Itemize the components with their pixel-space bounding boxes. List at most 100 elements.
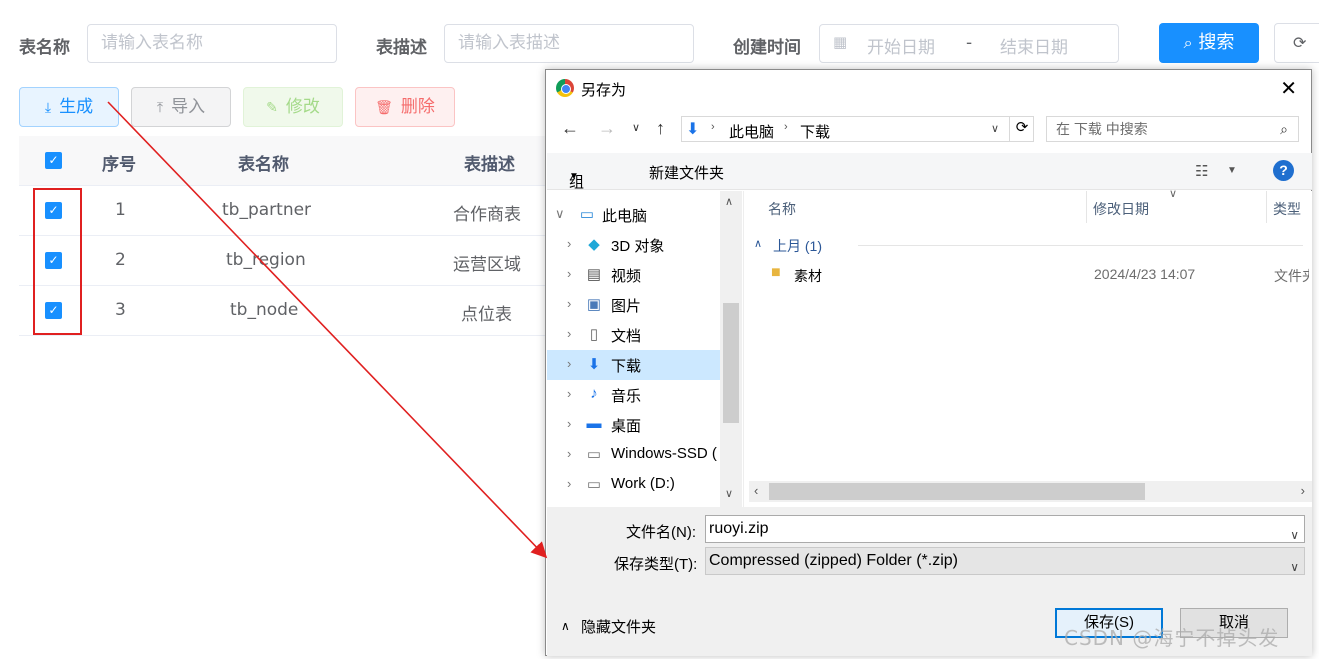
download-icon: ⬇ <box>587 356 601 373</box>
group-label[interactable]: 上月 (1) <box>773 236 822 256</box>
hscrollbar-thumb[interactable] <box>769 483 1145 500</box>
table-row[interactable]: ✓ 1 tb_partner 合作商表 <box>19 186 549 236</box>
download-folder-icon: ⬇ <box>686 121 700 138</box>
collapse-chevron-icon[interactable]: › <box>567 266 571 281</box>
column-modified[interactable]: 修改日期 <box>1093 199 1149 219</box>
file-row[interactable]: ■ 素材 2024/4/23 14:07 文件夹 <box>764 261 1309 289</box>
collapse-chevron-icon[interactable]: › <box>567 476 571 491</box>
collapse-chevron-icon[interactable]: › <box>567 236 571 251</box>
modify-button[interactable]: ✎ 修改 <box>243 87 343 127</box>
table-name-label: 表名称 <box>19 38 70 58</box>
address-dropdown-icon[interactable]: ∨ <box>991 122 999 135</box>
select-all-checkbox[interactable]: ✓ <box>45 152 62 169</box>
view-dropdown-icon[interactable]: ▼ <box>1227 165 1237 176</box>
annotation-highlight-box <box>33 188 82 335</box>
address-bar[interactable]: ⬇ › 此电脑 › 下载 ∨ <box>681 116 1034 142</box>
file-name: 素材 <box>794 268 822 284</box>
breadcrumb-chevron-icon: › <box>711 121 715 133</box>
close-icon[interactable]: ✕ <box>1280 76 1297 101</box>
scroll-left-icon[interactable]: ‹ <box>754 483 758 498</box>
tree-scrollbar[interactable]: ∧ ∨ <box>720 191 742 507</box>
tree-item-label: 此电脑 <box>602 208 648 225</box>
filename-dropdown-icon[interactable]: ∨ <box>1290 522 1299 548</box>
tree-item-windows-ssd[interactable]: › ▭ Windows-SSD ( <box>547 440 720 470</box>
end-date-input[interactable]: 结束日期 <box>1000 33 1068 58</box>
search-button[interactable]: ⌕ 搜索 <box>1159 23 1259 63</box>
sort-chevron-icon: ∨ <box>1169 188 1178 200</box>
import-button[interactable]: ⤒ 导入 <box>131 87 231 127</box>
tree-item-work-d[interactable]: › ▭ Work (D:) <box>547 470 720 500</box>
forward-arrow-icon[interactable]: → <box>598 118 616 139</box>
up-arrow-icon[interactable]: ↑ <box>656 118 665 139</box>
header-index: 序号 <box>102 155 136 175</box>
view-options-icon[interactable]: ☷ <box>1195 162 1208 180</box>
help-icon[interactable]: ? <box>1273 160 1294 181</box>
date-range-picker[interactable]: ▦ 开始日期 - 结束日期 <box>819 24 1119 63</box>
table-row[interactable]: ✓ 3 tb_node 点位表 <box>19 286 549 336</box>
row-name: tb_node <box>230 300 299 320</box>
collapse-chevron-icon[interactable]: › <box>567 386 571 401</box>
cube-icon: ◆ <box>588 236 600 253</box>
collapse-chevron-icon[interactable]: › <box>567 446 571 461</box>
scroll-up-icon[interactable]: ∧ <box>725 195 733 208</box>
tree-item-pictures[interactable]: › ▣ 图片 <box>547 290 720 320</box>
collapse-chevron-icon[interactable]: › <box>567 416 571 431</box>
chevron-up-icon[interactable]: ∧ <box>561 619 570 633</box>
filetype-dropdown-icon[interactable]: ∨ <box>1290 554 1299 580</box>
tree-item-desktop[interactable]: › ▬ 桌面 <box>547 410 720 440</box>
tree-scrollbar-thumb[interactable] <box>723 303 739 423</box>
column-name[interactable]: 名称 <box>768 199 796 219</box>
tree-item-pc[interactable]: ∨ ▭ 此电脑 <box>547 200 720 230</box>
created-time-label: 创建时间 <box>733 38 801 58</box>
row-desc: 点位表 <box>461 305 512 325</box>
filename-label: 文件名(N): <box>626 524 696 541</box>
tree-item-downloads[interactable]: › ⬇ 下载 <box>547 350 720 380</box>
search-icon: ⌕ <box>1280 121 1288 137</box>
group-collapse-icon[interactable]: ∧ <box>754 237 762 250</box>
collapse-chevron-icon[interactable]: › <box>567 356 571 371</box>
collapse-chevron-icon[interactable]: › <box>567 326 571 341</box>
hide-folders-toggle[interactable]: 隐藏文件夹 <box>581 616 656 637</box>
start-date-input[interactable]: 开始日期 <box>867 33 935 58</box>
generate-button[interactable]: ⤓ 生成 <box>19 87 119 127</box>
delete-button[interactable]: 🗑 删除 <box>355 87 455 127</box>
collapse-chevron-icon[interactable]: › <box>567 296 571 311</box>
row-desc: 合作商表 <box>453 205 521 225</box>
dialog-search-input[interactable]: 在 下载 中搜索 ⌕ <box>1046 116 1299 142</box>
tree-item-music[interactable]: › ♪ 音乐 <box>547 380 720 410</box>
back-arrow-icon[interactable]: ← <box>561 118 579 139</box>
tree-item-label: 下载 <box>611 358 642 375</box>
new-folder-button[interactable]: 新建文件夹 <box>649 162 724 183</box>
search-button-label: 搜索 <box>1198 32 1235 53</box>
video-icon: ▤ <box>586 266 602 283</box>
picture-icon: ▣ <box>586 296 602 313</box>
table-row[interactable]: ✓ 2 tb_region 运营区域 <box>19 236 549 286</box>
row-index: 3 <box>115 300 126 320</box>
table-name-input[interactable]: 请输入表名称 <box>87 24 337 63</box>
tree-item-documents[interactable]: › ▯ 文档 <box>547 320 720 350</box>
reset-button[interactable]: ⟳ <box>1274 23 1319 63</box>
breadcrumb-downloads[interactable]: 下载 <box>800 121 830 142</box>
column-separator[interactable] <box>1086 191 1087 223</box>
file-list-hscrollbar[interactable]: ‹ › <box>749 481 1312 502</box>
recent-dropdown-icon[interactable]: ∨ <box>632 121 640 134</box>
filetype-select[interactable]: Compressed (zipped) Folder (*.zip) ∨ <box>705 547 1305 575</box>
calendar-icon: ▦ <box>833 33 848 51</box>
refresh-icon[interactable]: ⟳ <box>1009 116 1034 142</box>
column-type[interactable]: 类型 <box>1273 199 1301 219</box>
column-separator[interactable] <box>1266 191 1267 223</box>
caret-down-icon: ▼ <box>569 171 579 182</box>
filename-value: ruoyi.zip <box>709 520 769 537</box>
tree-item-3d-objects[interactable]: › ◆ 3D 对象 <box>547 230 720 260</box>
breadcrumb-chevron-icon: › <box>784 121 788 133</box>
scroll-down-icon[interactable]: ∨ <box>725 487 733 500</box>
expand-chevron-icon[interactable]: ∨ <box>555 206 565 222</box>
breadcrumb-pc[interactable]: 此电脑 <box>729 121 774 142</box>
filename-input[interactable]: ruoyi.zip ∨ <box>705 515 1305 543</box>
scroll-right-icon[interactable]: › <box>1301 483 1305 498</box>
chrome-icon <box>556 79 574 97</box>
page: 表名称 请输入表名称 表描述 请输入表描述 创建时间 ▦ 开始日期 - 结束日期… <box>0 0 1319 659</box>
table-desc-input[interactable]: 请输入表描述 <box>444 24 694 63</box>
tree-item-videos[interactable]: › ▤ 视频 <box>547 260 720 290</box>
tree-item-label: 3D 对象 <box>611 238 665 255</box>
